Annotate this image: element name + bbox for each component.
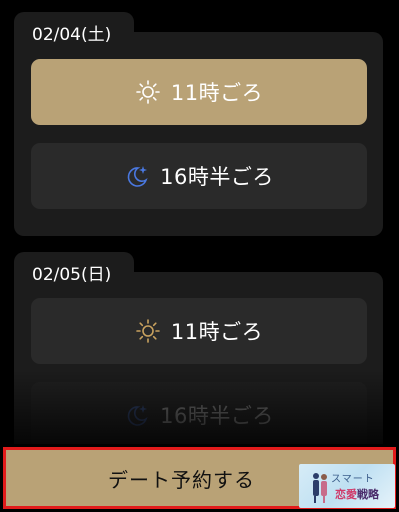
moon-star-icon <box>124 163 150 189</box>
day-card-0204: 02/04(土) 11時ごろ 16時半ごろ <box>14 12 383 236</box>
time-slot-1100[interactable]: 11時ごろ <box>31 59 367 125</box>
time-slot-1100[interactable]: 11時ごろ <box>31 298 367 364</box>
brand-line2: 恋愛戦略 <box>335 486 379 502</box>
day-card-0205: 02/05(日) 11時ごろ 16時半ごろ <box>14 252 383 472</box>
time-slot-label: 11時ごろ <box>170 81 264 105</box>
time-slot-1630[interactable]: 16時半ごろ <box>31 143 367 209</box>
brand-logo: スマート 恋愛戦略 <box>299 464 395 508</box>
brand-line2a: 恋愛 <box>335 488 357 501</box>
footer-bar: デート予約する スマート 恋愛戦略 <box>0 444 399 512</box>
moon-star-icon <box>124 402 150 428</box>
date-label: 02/04(土) <box>14 12 134 50</box>
brand-line1: スマート <box>331 474 375 485</box>
couple-figure-icon <box>313 473 327 503</box>
time-slot-label: 11時ごろ <box>170 320 264 344</box>
date-label: 02/05(日) <box>14 252 134 290</box>
sun-icon <box>135 318 161 344</box>
time-slot-label: 16時半ごろ <box>160 165 274 189</box>
brand-line2b: 戦略 <box>357 488 379 501</box>
time-slot-label: 16時半ごろ <box>160 404 274 428</box>
time-slot-1630[interactable]: 16時半ごろ <box>31 382 367 448</box>
sun-icon <box>135 79 161 105</box>
